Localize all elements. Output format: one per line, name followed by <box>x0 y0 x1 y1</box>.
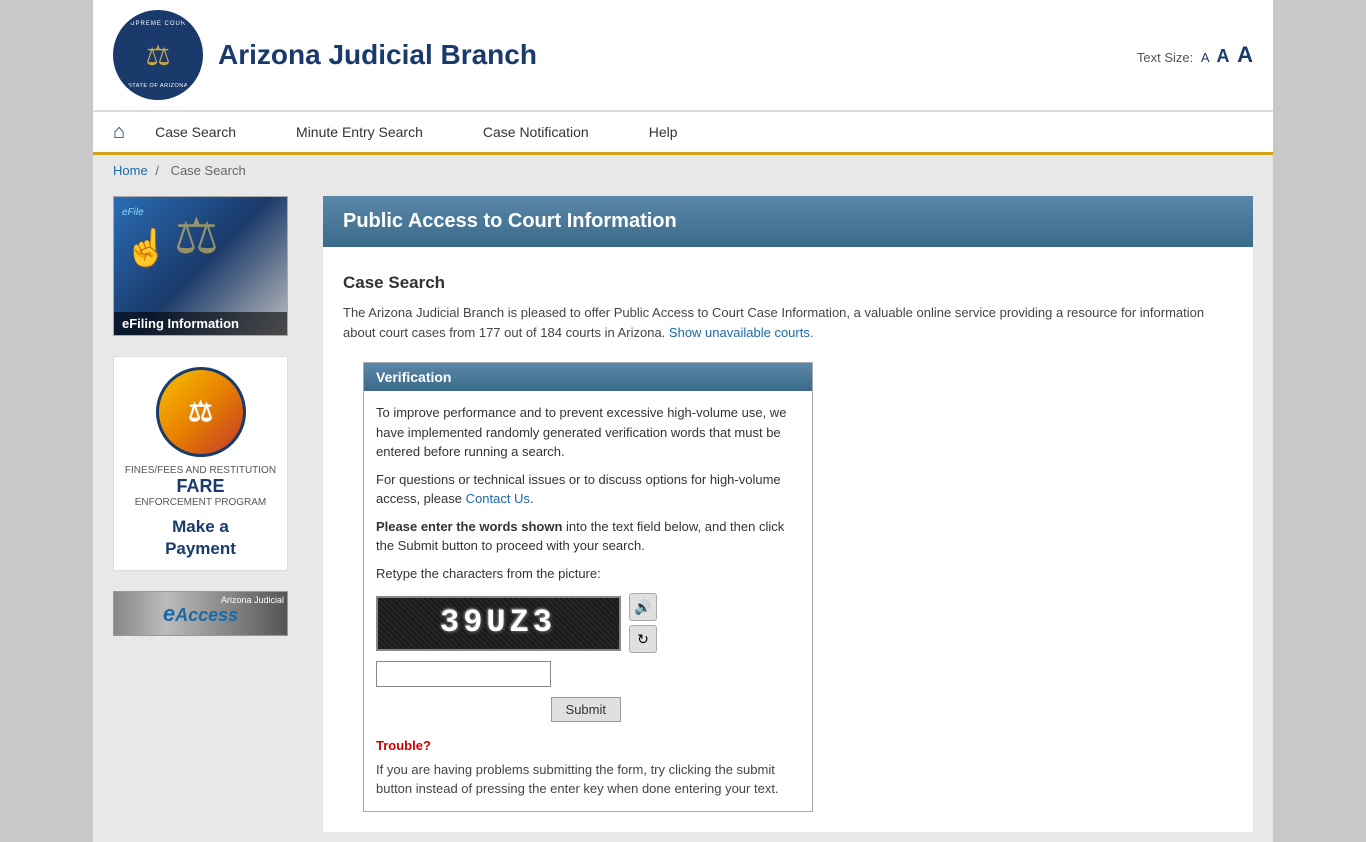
captcha-refresh-button[interactable]: ↻ <box>629 625 657 653</box>
eaccess-site-label: Arizona Judicial <box>221 595 284 605</box>
eaccess-banner[interactable]: Arizona Judicial eAccess <box>113 591 288 636</box>
fare-subtitle-top: FINES/FEES AND RESTITUTION <box>125 465 276 476</box>
navigation: ⌂ Case Search Minute Entry Search Case N… <box>93 111 1273 155</box>
text-size-controls: Text Size: A A A <box>1137 42 1253 68</box>
fare-icon: ⚖ <box>188 395 213 429</box>
logo-text-top: SUPREME COURT <box>118 21 198 27</box>
header-left: SUPREME COURT ⚖ STATE OF ARIZONA Arizona… <box>113 10 537 100</box>
eagle-icon: ⚖ <box>145 39 170 72</box>
breadcrumb: Home / Case Search <box>93 155 1273 186</box>
make-payment-label: Make a Payment <box>165 516 236 560</box>
page-header: SUPREME COURT ⚖ STATE OF ARIZONA Arizona… <box>93 0 1273 111</box>
breadcrumb-home[interactable]: Home <box>113 163 148 178</box>
trouble-section: Trouble? If you are having problems subm… <box>376 736 800 799</box>
nav-item-case-notification[interactable]: Case Notification <box>483 124 589 140</box>
logo: SUPREME COURT ⚖ STATE OF ARIZONA <box>113 10 203 100</box>
text-size-large[interactable]: A <box>1237 42 1253 67</box>
fare-acronym: FARE <box>176 476 224 497</box>
efile-text: eFile <box>122 207 144 218</box>
nav-help-link[interactable]: Help <box>649 124 678 140</box>
sidebar: eFile ☝ ⚖ eFiling Information ⚖ FINES/FE… <box>113 196 303 832</box>
nav-item-case-search[interactable]: Case Search <box>155 124 236 140</box>
breadcrumb-current: Case Search <box>171 163 246 178</box>
text-size-label: Text Size: <box>1137 50 1193 65</box>
text-size-medium[interactable]: A <box>1216 46 1229 66</box>
nav-links: Case Search Minute Entry Search Case Not… <box>155 124 1253 140</box>
main-panel-body: Case Search The Arizona Judicial Branch … <box>323 263 1253 832</box>
verification-text-2: For questions or technical issues or to … <box>376 470 800 509</box>
nav-case-search-link[interactable]: Case Search <box>155 124 236 140</box>
nav-item-minute-entry-search[interactable]: Minute Entry Search <box>296 124 423 140</box>
efiling-label: eFiling Information <box>114 312 287 335</box>
retype-label: Retype the characters from the picture: <box>376 564 800 584</box>
trouble-title: Trouble? <box>376 736 800 756</box>
finger-icon: ☝ <box>124 227 169 269</box>
verification-box: Verification To improve performance and … <box>363 362 813 812</box>
nav-case-notification-link[interactable]: Case Notification <box>483 124 589 140</box>
text-size-small[interactable]: A <box>1201 50 1209 65</box>
home-icon[interactable]: ⌂ <box>113 121 125 144</box>
fare-program: ENFORCEMENT PROGRAM <box>135 497 267 508</box>
site-title: Arizona Judicial Branch <box>218 39 537 71</box>
verification-instruction: Please enter the words shown into the te… <box>376 517 800 556</box>
captcha-row: 39UZ3 🔊 ↻ <box>376 593 800 653</box>
main-panel: Public Access to Court Information Case … <box>323 196 1253 832</box>
captcha-input-row <box>376 661 800 687</box>
captcha-input[interactable] <box>376 661 551 687</box>
captcha-image: 39UZ3 <box>376 596 621 651</box>
fare-logo: ⚖ <box>156 367 246 457</box>
captcha-icons: 🔊 ↻ <box>629 593 657 653</box>
captcha-text: 39UZ3 <box>440 599 557 647</box>
captcha-audio-button[interactable]: 🔊 <box>629 593 657 621</box>
nav-minute-entry-link[interactable]: Minute Entry Search <box>296 124 423 140</box>
verification-header: Verification <box>364 363 812 391</box>
trouble-text: If you are having problems submitting th… <box>376 760 800 799</box>
verification-text-1: To improve performance and to prevent ex… <box>376 403 800 462</box>
scales-icon: ⚖ <box>174 207 219 265</box>
efiling-banner[interactable]: eFile ☝ ⚖ eFiling Information <box>113 196 288 336</box>
nav-item-help[interactable]: Help <box>649 124 678 140</box>
content-area: eFile ☝ ⚖ eFiling Information ⚖ FINES/FE… <box>93 186 1273 842</box>
logo-text-bottom: STATE OF ARIZONA <box>118 83 198 89</box>
intro-text: The Arizona Judicial Branch is pleased t… <box>343 303 1233 342</box>
submit-row: Submit <box>376 697 621 722</box>
breadcrumb-separator: / <box>155 163 159 178</box>
verification-body: To improve performance and to prevent ex… <box>364 391 812 811</box>
section-title: Case Search <box>343 273 1233 293</box>
contact-us-link[interactable]: Contact Us <box>466 491 530 506</box>
submit-button[interactable]: Submit <box>551 697 621 722</box>
main-panel-title: Public Access to Court Information <box>323 196 1253 247</box>
show-unavailable-link[interactable]: Show unavailable courts. <box>669 325 814 340</box>
fare-banner[interactable]: ⚖ FINES/FEES AND RESTITUTION FARE ENFORC… <box>113 356 288 571</box>
